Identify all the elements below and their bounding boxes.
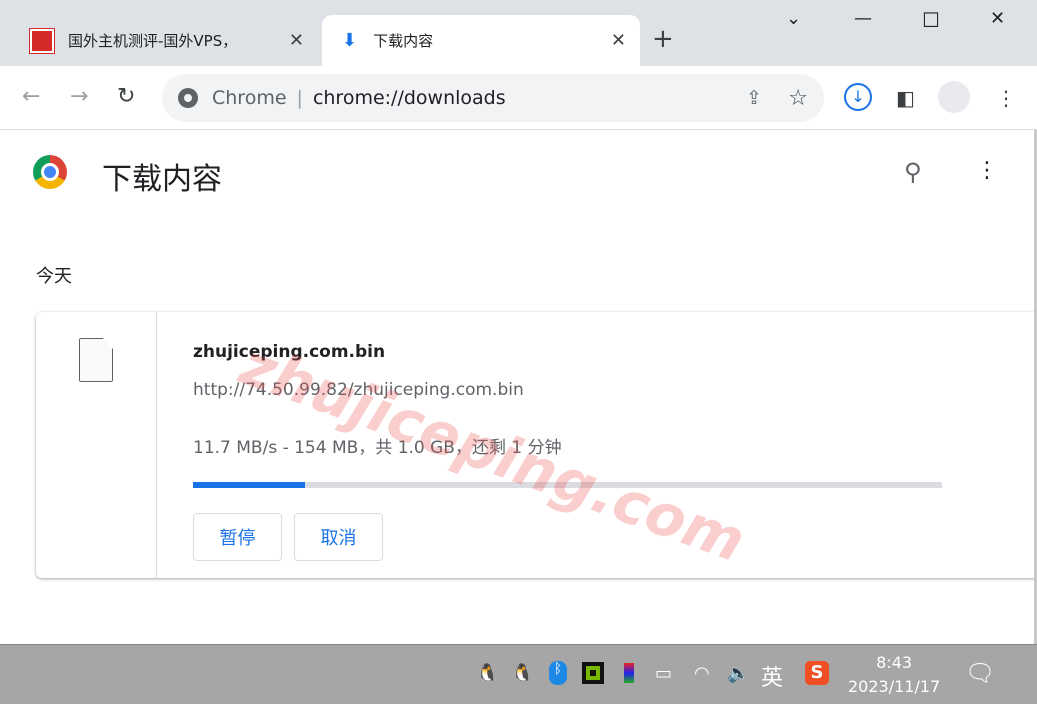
taskbar: 🐧 🐧 ᛒ ▭ ◠ 🔈 英 S 8:43 2023/11/17 🗨 xyxy=(0,644,1037,704)
close-window-button[interactable]: ✕ xyxy=(990,8,1005,29)
url-text: chrome://downloads xyxy=(312,87,506,109)
chrome-logo xyxy=(33,155,67,189)
minimize-button[interactable]: — xyxy=(854,8,872,29)
share-icon[interactable]: ⇪ xyxy=(746,87,762,109)
time: 8:43 xyxy=(876,653,913,672)
back-button[interactable]: ← xyxy=(22,84,40,109)
nvidia-icon[interactable] xyxy=(582,662,604,684)
ime-indicator[interactable]: 英 xyxy=(761,660,783,692)
download-icon: ⬇ xyxy=(342,30,358,51)
bookmark-star-icon[interactable]: ☆ xyxy=(788,86,808,111)
sogou-icon[interactable]: S xyxy=(805,661,829,685)
volume-icon[interactable]: 🔈 xyxy=(727,663,749,684)
profile-avatar[interactable] xyxy=(938,81,970,113)
tab-close-icon[interactable]: ✕ xyxy=(289,30,304,51)
forward-button[interactable]: → xyxy=(70,84,88,109)
more-icon[interactable]: ⋮ xyxy=(976,158,998,183)
bluetooth-icon[interactable]: ᛒ xyxy=(549,661,567,685)
site-favicon xyxy=(29,27,55,54)
file-icon xyxy=(79,338,113,382)
tab-zhujiceping[interactable]: 国外主机测评-国外VPS， ✕ xyxy=(18,15,318,66)
new-tab-button[interactable]: + xyxy=(652,24,674,54)
maximize-button[interactable]: ☐ xyxy=(922,8,940,32)
search-icon[interactable]: ⚲ xyxy=(904,158,922,186)
chrome-icon xyxy=(178,88,198,108)
notification-icon[interactable]: 🗨 xyxy=(965,659,995,687)
qq-icon[interactable]: 🐧 xyxy=(511,663,533,684)
tab-title: 下载内容 xyxy=(373,32,434,50)
date-section-label: 今天 xyxy=(36,266,72,287)
address-bar[interactable]: Chrome | chrome://downloads ⇪ ☆ xyxy=(162,74,824,122)
tab-strip: 国外主机测评-国外VPS， ✕ ⬇ 下载内容 ✕ + ⌄ — ☐ ✕ xyxy=(0,0,1037,66)
wifi-icon[interactable]: ◠ xyxy=(694,663,710,684)
downloads-icon[interactable]: ↓ xyxy=(844,83,872,111)
date: 2023/11/17 xyxy=(848,677,941,696)
origin-label: Chrome xyxy=(212,87,287,109)
reload-button[interactable]: ↻ xyxy=(117,84,135,109)
page-title: 下载内容 xyxy=(102,162,222,197)
menu-icon[interactable]: ⋮ xyxy=(996,86,1016,110)
toolbar: ← → ↻ Chrome | chrome://downloads ⇪ ☆ ↓ … xyxy=(0,66,1037,130)
tab-downloads[interactable]: ⬇ 下载内容 ✕ xyxy=(322,15,640,66)
side-panel-icon[interactable]: ◧ xyxy=(896,86,915,110)
tab-search-chevron-icon[interactable]: ⌄ xyxy=(786,8,801,29)
app-tray-icon[interactable] xyxy=(624,663,634,683)
tab-close-icon[interactable]: ✕ xyxy=(611,30,626,51)
cancel-button[interactable]: 取消 xyxy=(294,513,383,561)
qq-icon[interactable]: 🐧 xyxy=(476,663,498,684)
pause-button[interactable]: 暂停 xyxy=(193,513,282,561)
battery-icon[interactable]: ▭ xyxy=(655,663,672,684)
clock[interactable]: 8:43 2023/11/17 xyxy=(848,651,940,699)
tab-title: 国外主机测评-国外VPS， xyxy=(68,32,238,50)
